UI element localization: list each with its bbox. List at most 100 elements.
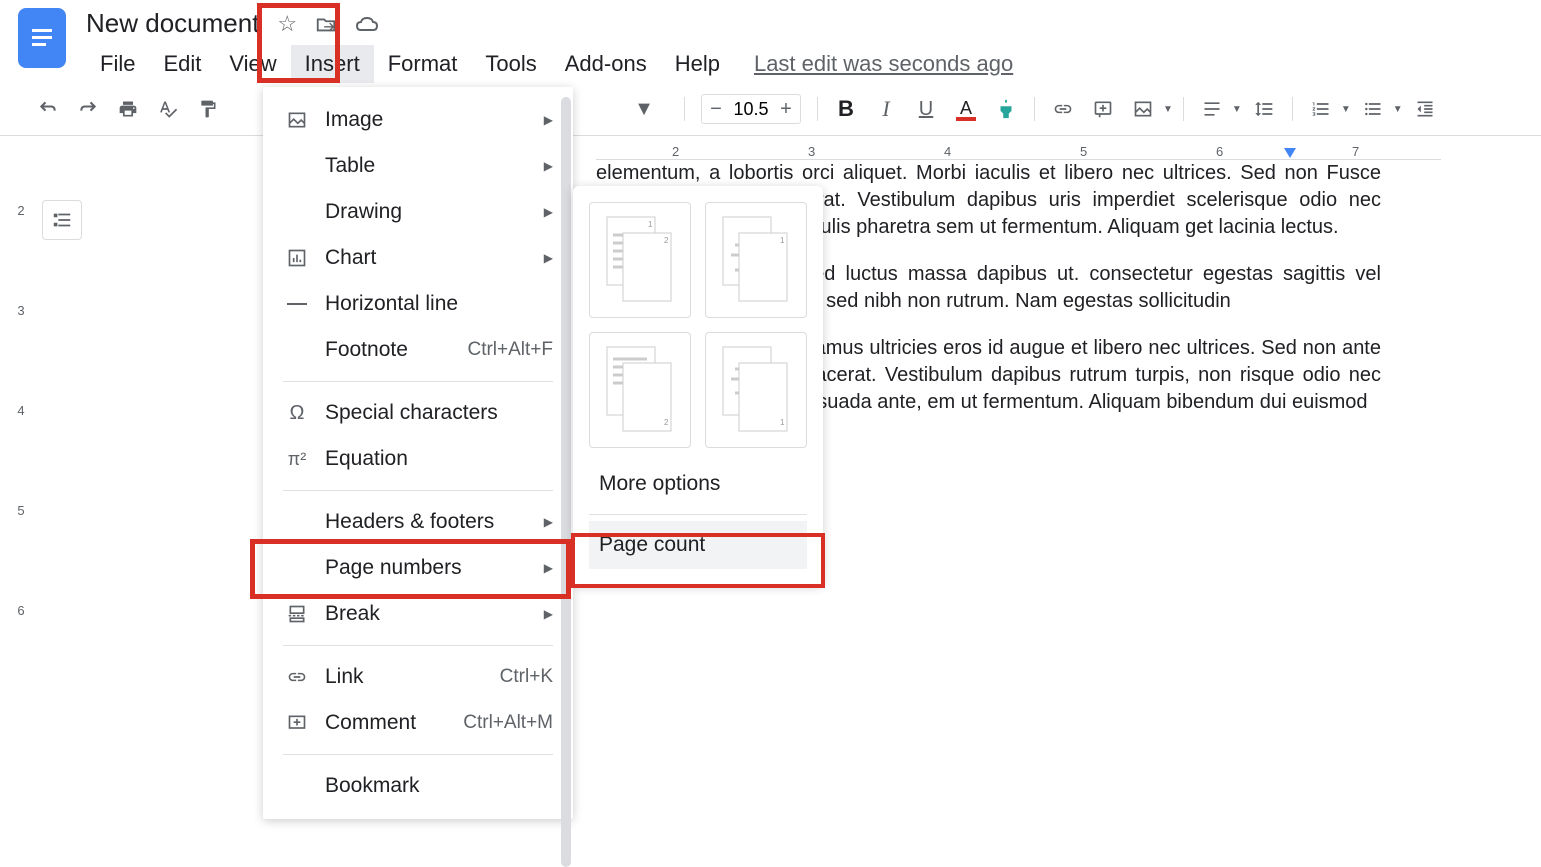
document-title[interactable]: New document (86, 8, 259, 39)
dropdown-arrow-icon[interactable]: ▼ (1232, 104, 1242, 115)
ruler-tick: 6 (1216, 144, 1223, 159)
bulleted-list-button[interactable] (1355, 91, 1391, 127)
indent-decrease-button[interactable] (1407, 91, 1443, 127)
menu-label: Page numbers (325, 556, 544, 580)
undo-button[interactable] (30, 91, 66, 127)
bold-button[interactable]: B (828, 91, 864, 127)
submenu-arrow-icon: ▶ (544, 251, 553, 265)
horizontal-line-icon (283, 292, 311, 316)
shortcut: Ctrl+Alt+M (463, 712, 553, 734)
menu-item-equation[interactable]: π² Equation (263, 436, 573, 482)
menu-item-chart[interactable]: Chart ▶ (263, 235, 573, 281)
menu-label: Chart (325, 246, 544, 270)
menu-item-horizontal-line[interactable]: Horizontal line (263, 281, 573, 327)
ruler-marker-icon[interactable] (1284, 148, 1296, 158)
last-edit-link[interactable]: Last edit was seconds ago (754, 51, 1013, 77)
print-button[interactable] (110, 91, 146, 127)
outline-toggle-button[interactable] (42, 200, 82, 240)
submenu-arrow-icon: ▶ (544, 607, 553, 621)
menu-item-break[interactable]: Break ▶ (263, 591, 573, 637)
menu-label: Horizontal line (325, 292, 553, 316)
comment-button[interactable] (1085, 91, 1121, 127)
page-number-option-3[interactable]: 12 (589, 332, 691, 448)
menu-item-table[interactable]: Table ▶ (263, 143, 573, 189)
menu-view[interactable]: View (215, 45, 290, 83)
separator (817, 97, 818, 121)
page-number-option-1[interactable]: 12 (589, 202, 691, 318)
highlight-button[interactable] (988, 91, 1024, 127)
menu-item-image[interactable]: Image ▶ (263, 97, 573, 143)
spellcheck-button[interactable] (150, 91, 186, 127)
font-size-increase[interactable]: + (772, 95, 800, 123)
ruler-tick: 4 (12, 360, 30, 460)
insert-dropdown: Image ▶ Table ▶ Drawing ▶ Chart ▶ Horizo… (263, 87, 573, 819)
submenu-arrow-icon: ▶ (544, 113, 553, 127)
move-icon[interactable] (315, 13, 337, 35)
svg-text:2: 2 (664, 236, 669, 245)
cloud-status-icon[interactable] (355, 14, 379, 34)
ruler-tick: 4 (944, 144, 951, 159)
font-dropdown[interactable]: ▼ (614, 91, 674, 127)
image-icon (283, 108, 311, 132)
submenu-arrow-icon: ▶ (544, 205, 553, 219)
underline-button[interactable]: U (908, 91, 944, 127)
menu-item-link[interactable]: Link Ctrl+K (263, 654, 573, 700)
separator (684, 97, 685, 121)
menu-label: Bookmark (325, 774, 553, 798)
svg-text:1: 1 (780, 418, 785, 427)
menu-insert[interactable]: Insert (291, 45, 374, 83)
page-number-option-2[interactable]: 1 (705, 202, 807, 318)
menu-addons[interactable]: Add-ons (551, 45, 661, 83)
scrollbar[interactable] (561, 97, 571, 867)
menu-label: Special characters (325, 401, 553, 425)
menu-tools[interactable]: Tools (471, 45, 550, 83)
font-size-value[interactable]: 10.5 (730, 99, 772, 120)
pi-icon: π² (283, 447, 311, 471)
menu-help[interactable]: Help (661, 45, 734, 83)
menu-item-special-characters[interactable]: Ω Special characters (263, 390, 573, 436)
menu-item-bookmark[interactable]: Bookmark (263, 763, 573, 809)
menu-label: Break (325, 602, 544, 626)
ruler-tick: 6 (12, 560, 30, 660)
ruler-horizontal: 2 3 4 5 6 7 (596, 144, 1441, 160)
menu-label: Equation (325, 447, 553, 471)
star-icon[interactable]: ☆ (277, 11, 297, 37)
comment-icon (283, 711, 311, 735)
menu-item-headers-footers[interactable]: Headers & footers ▶ (263, 499, 573, 545)
menu-edit[interactable]: Edit (149, 45, 215, 83)
align-button[interactable] (1194, 91, 1230, 127)
svg-text:2: 2 (664, 418, 669, 427)
menu-item-page-numbers[interactable]: Page numbers ▶ (263, 545, 573, 591)
dropdown-arrow-icon[interactable]: ▼ (1393, 104, 1403, 115)
submenu-more-options[interactable]: More options (589, 460, 807, 508)
menu-item-comment[interactable]: Comment Ctrl+Alt+M (263, 700, 573, 746)
separator (283, 381, 553, 382)
docs-logo[interactable] (18, 8, 66, 68)
italic-button[interactable]: I (868, 91, 904, 127)
footnote-icon (283, 338, 311, 362)
omega-icon: Ω (283, 401, 311, 425)
menu-item-footnote[interactable]: Footnote Ctrl+Alt+F (263, 327, 573, 373)
dropdown-arrow-icon[interactable]: ▼ (1163, 104, 1173, 115)
menu-item-drawing[interactable]: Drawing ▶ (263, 189, 573, 235)
page-number-option-4[interactable]: 1 (705, 332, 807, 448)
line-spacing-button[interactable] (1246, 91, 1282, 127)
separator (1034, 97, 1035, 121)
table-icon (283, 154, 311, 178)
redo-button[interactable] (70, 91, 106, 127)
menu-file[interactable]: File (86, 45, 149, 83)
font-size-decrease[interactable]: − (702, 95, 730, 123)
chart-icon (283, 246, 311, 270)
submenu-page-count[interactable]: Page count (589, 521, 807, 569)
text-color-button[interactable]: A (948, 91, 984, 127)
shortcut: Ctrl+K (500, 666, 553, 688)
link-button[interactable] (1045, 91, 1081, 127)
numbered-list-button[interactable] (1303, 91, 1339, 127)
dropdown-arrow-icon[interactable]: ▼ (1341, 104, 1351, 115)
menu-format[interactable]: Format (374, 45, 472, 83)
image-button[interactable] (1125, 91, 1161, 127)
ruler-tick: 2 (12, 160, 30, 260)
paint-format-button[interactable] (190, 91, 226, 127)
ruler-tick: 2 (672, 144, 679, 159)
link-icon (283, 665, 311, 689)
